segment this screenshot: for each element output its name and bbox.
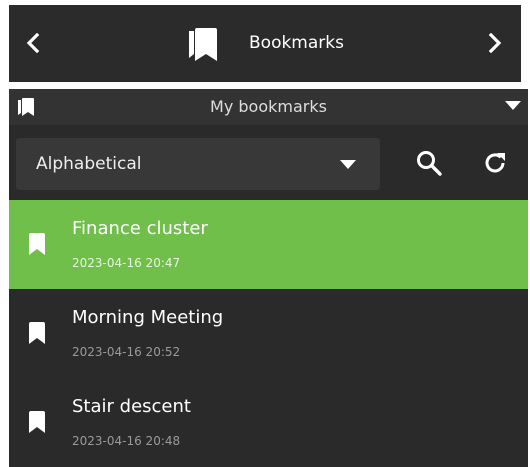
sort-selected-value: Alphabetical (36, 154, 142, 174)
panel-title: My bookmarks (210, 97, 327, 116)
sort-dropdown[interactable]: Alphabetical (16, 138, 380, 190)
bookmark-item[interactable]: Stair descent 2023-04-16 20:48 (9, 378, 528, 467)
search-icon (417, 151, 442, 176)
chevron-right-icon (488, 33, 502, 53)
bookmark-item[interactable]: Finance cluster 2023-04-16 20:47 (9, 200, 528, 289)
bookmarks-icon (189, 28, 217, 61)
bookmarks-panel: My bookmarks Alphabetical Finance cluste… (9, 89, 528, 467)
bookmark-item[interactable]: Morning Meeting 2023-04-16 20:52 (9, 289, 528, 378)
bookmark-date: 2023-04-16 20:47 (72, 256, 181, 270)
bookmark-icon (29, 322, 45, 344)
refresh-icon (485, 153, 505, 173)
panel-header: My bookmarks (9, 89, 528, 125)
collapse-caret-icon[interactable] (505, 101, 521, 111)
bookmark-date: 2023-04-16 20:52 (72, 345, 181, 359)
dropdown-caret-icon (340, 160, 356, 169)
topbar-title: Bookmarks (249, 33, 344, 53)
bookmark-icon (29, 233, 45, 255)
bookmarks-topbar: Bookmarks (9, 5, 521, 82)
bookmark-name: Finance cluster (72, 218, 208, 239)
search-button[interactable] (411, 145, 447, 181)
bookmark-name: Morning Meeting (72, 307, 224, 328)
next-button[interactable] (479, 27, 511, 59)
bookmark-icon (29, 411, 45, 433)
chevron-left-icon (26, 33, 40, 53)
bookmark-name: Stair descent (72, 396, 191, 417)
refresh-button[interactable] (477, 145, 513, 181)
bookmark-list: Finance cluster 2023-04-16 20:47 Morning… (9, 200, 528, 467)
previous-button[interactable] (17, 27, 49, 59)
bookmark-date: 2023-04-16 20:48 (72, 434, 181, 448)
